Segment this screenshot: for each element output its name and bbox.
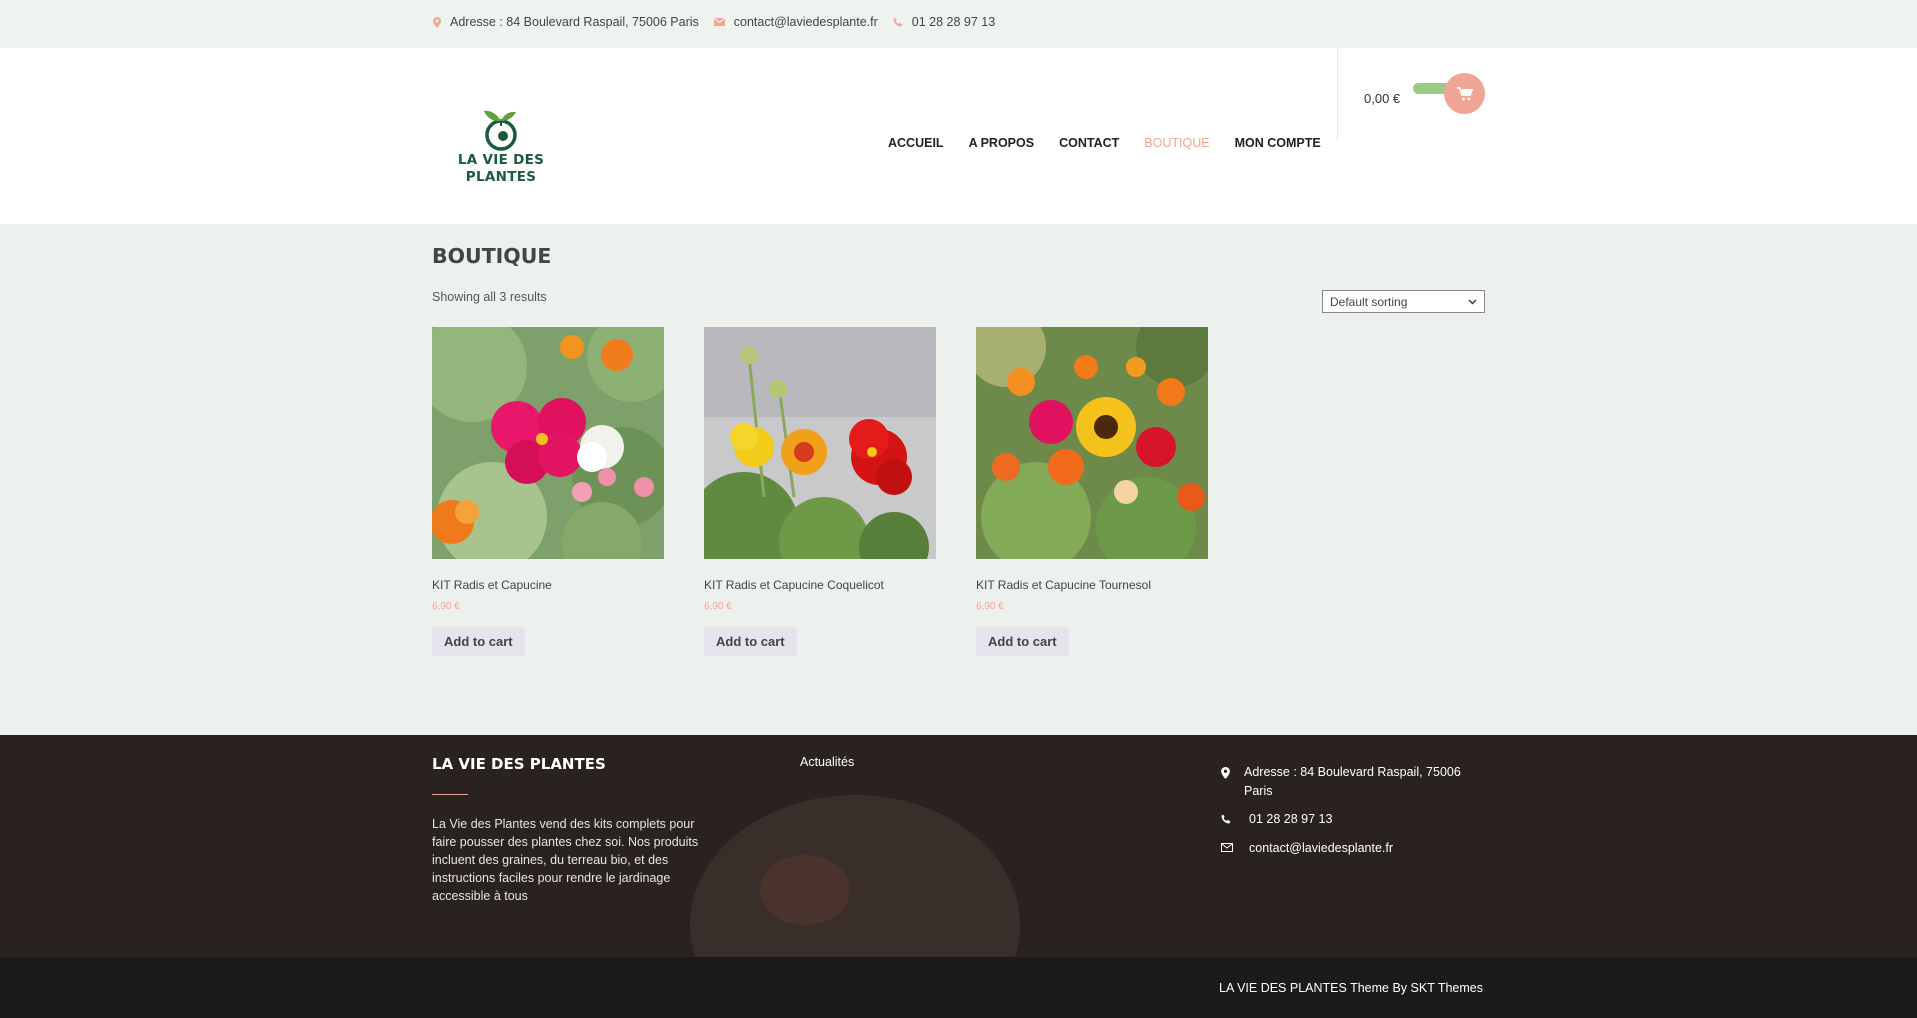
footer-background-image	[690, 795, 1020, 957]
product-card: KIT Radis et Capucine Tournesol 6,90 € A…	[976, 327, 1208, 656]
top-bar-phone[interactable]: 01 28 28 97 13	[893, 15, 995, 29]
add-to-cart-button[interactable]: Add to cart	[432, 627, 525, 656]
footer-credit[interactable]: LA VIE DES PLANTES Theme By SKT Themes	[1219, 981, 1483, 995]
site-header: LA VIE DES PLANTES ACCUEIL A PROPOS CONT…	[0, 48, 1917, 224]
top-bar: Adresse : 84 Boulevard Raspail, 75006 Pa…	[0, 0, 1917, 48]
product-name[interactable]: KIT Radis et Capucine Coquelicot	[704, 578, 936, 592]
footer-email-text[interactable]: contact@laviedesplante.fr	[1249, 841, 1393, 855]
top-bar-email[interactable]: contact@laviedesplante.fr	[713, 15, 878, 29]
header-divider	[1337, 48, 1338, 140]
map-pin-icon	[1221, 767, 1230, 779]
sorting-select[interactable]: Default sorting	[1322, 290, 1485, 313]
site-footer: LA VIE DES PLANTES La Vie des Plantes ve…	[0, 735, 1917, 957]
footer-bottom-bar: LA VIE DES PLANTES Theme By SKT Themes	[0, 957, 1917, 1018]
phone-icon	[893, 17, 903, 27]
product-image[interactable]	[976, 327, 1208, 559]
plant-logo-icon	[484, 110, 517, 151]
add-to-cart-button[interactable]: Add to cart	[976, 627, 1069, 656]
top-bar-email-text[interactable]: contact@laviedesplante.fr	[734, 15, 878, 29]
envelope-icon	[713, 18, 725, 26]
cart-button[interactable]	[1444, 73, 1485, 114]
logo-line-2: PLANTES	[465, 169, 537, 185]
footer-description: La Vie des Plantes vend des kits complet…	[432, 817, 699, 903]
product-card: KIT Radis et Capucine Coquelicot 6,90 € …	[704, 327, 936, 656]
site-logo[interactable]: LA VIE DES PLANTES	[456, 102, 546, 192]
product-photo-nasturtium-tournesol	[976, 327, 1208, 559]
nav-item-accueil[interactable]: ACCUEIL	[888, 136, 944, 150]
top-bar-address: Adresse : 84 Boulevard Raspail, 75006 Pa…	[433, 15, 699, 29]
cart-total[interactable]: 0,00 €	[1364, 91, 1400, 106]
nav-item-contact[interactable]: CONTACT	[1059, 136, 1119, 150]
top-bar-contact: Adresse : 84 Boulevard Raspail, 75006 Pa…	[433, 15, 1010, 29]
nav-item-mon-compte[interactable]: MON COMPTE	[1235, 136, 1321, 150]
footer-phone-text[interactable]: 01 28 28 97 13	[1249, 812, 1332, 826]
footer-title-underline	[432, 794, 468, 795]
product-photo-nasturtium-pink	[432, 327, 664, 559]
product-price: 6,90 €	[976, 601, 1004, 612]
product-photo-nasturtium-coquelicot	[704, 327, 936, 559]
page-title: BOUTIQUE	[432, 244, 552, 268]
logo-text: LA VIE DES PLANTES	[456, 152, 546, 186]
product-image[interactable]	[432, 327, 664, 559]
product-card: KIT Radis et Capucine 6,90 € Add to cart	[432, 327, 664, 656]
top-bar-phone-text[interactable]: 01 28 28 97 13	[912, 15, 995, 29]
footer-phone[interactable]: 01 28 28 97 13	[1221, 810, 1491, 829]
product-name[interactable]: KIT Radis et Capucine Tournesol	[976, 578, 1208, 592]
footer-title: LA VIE DES PLANTES	[432, 755, 606, 773]
add-to-cart-button[interactable]: Add to cart	[704, 627, 797, 656]
footer-email[interactable]: contact@laviedesplante.fr	[1221, 839, 1491, 858]
logo-line-1: LA VIE DES	[457, 152, 545, 168]
envelope-icon	[1221, 843, 1233, 852]
footer-link-actualites[interactable]: Actualités	[800, 755, 854, 769]
nav-item-boutique[interactable]: BOUTIQUE	[1144, 136, 1209, 150]
results-count: Showing all 3 results	[432, 290, 547, 304]
footer-address: Adresse : 84 Boulevard Raspail, 75006 Pa…	[1221, 763, 1491, 801]
cart-icon	[1456, 86, 1473, 100]
product-price: 6,90 €	[704, 601, 732, 612]
product-price: 6,90 €	[432, 601, 460, 612]
product-image[interactable]	[704, 327, 936, 559]
phone-icon	[1221, 814, 1231, 824]
footer-address-text: Adresse : 84 Boulevard Raspail, 75006 Pa…	[1244, 765, 1461, 798]
footer-background-detail	[760, 855, 850, 925]
footer-contact: Adresse : 84 Boulevard Raspail, 75006 Pa…	[1221, 763, 1491, 858]
chevron-down-icon	[1468, 299, 1477, 304]
main-nav: ACCUEIL A PROPOS CONTACT BOUTIQUE MON CO…	[888, 136, 1346, 150]
sorting-select-value: Default sorting	[1330, 294, 1408, 309]
nav-item-a-propos[interactable]: A PROPOS	[969, 136, 1035, 150]
product-name[interactable]: KIT Radis et Capucine	[432, 578, 664, 592]
top-bar-address-text: Adresse : 84 Boulevard Raspail, 75006 Pa…	[450, 15, 699, 29]
map-pin-icon	[433, 16, 441, 28]
